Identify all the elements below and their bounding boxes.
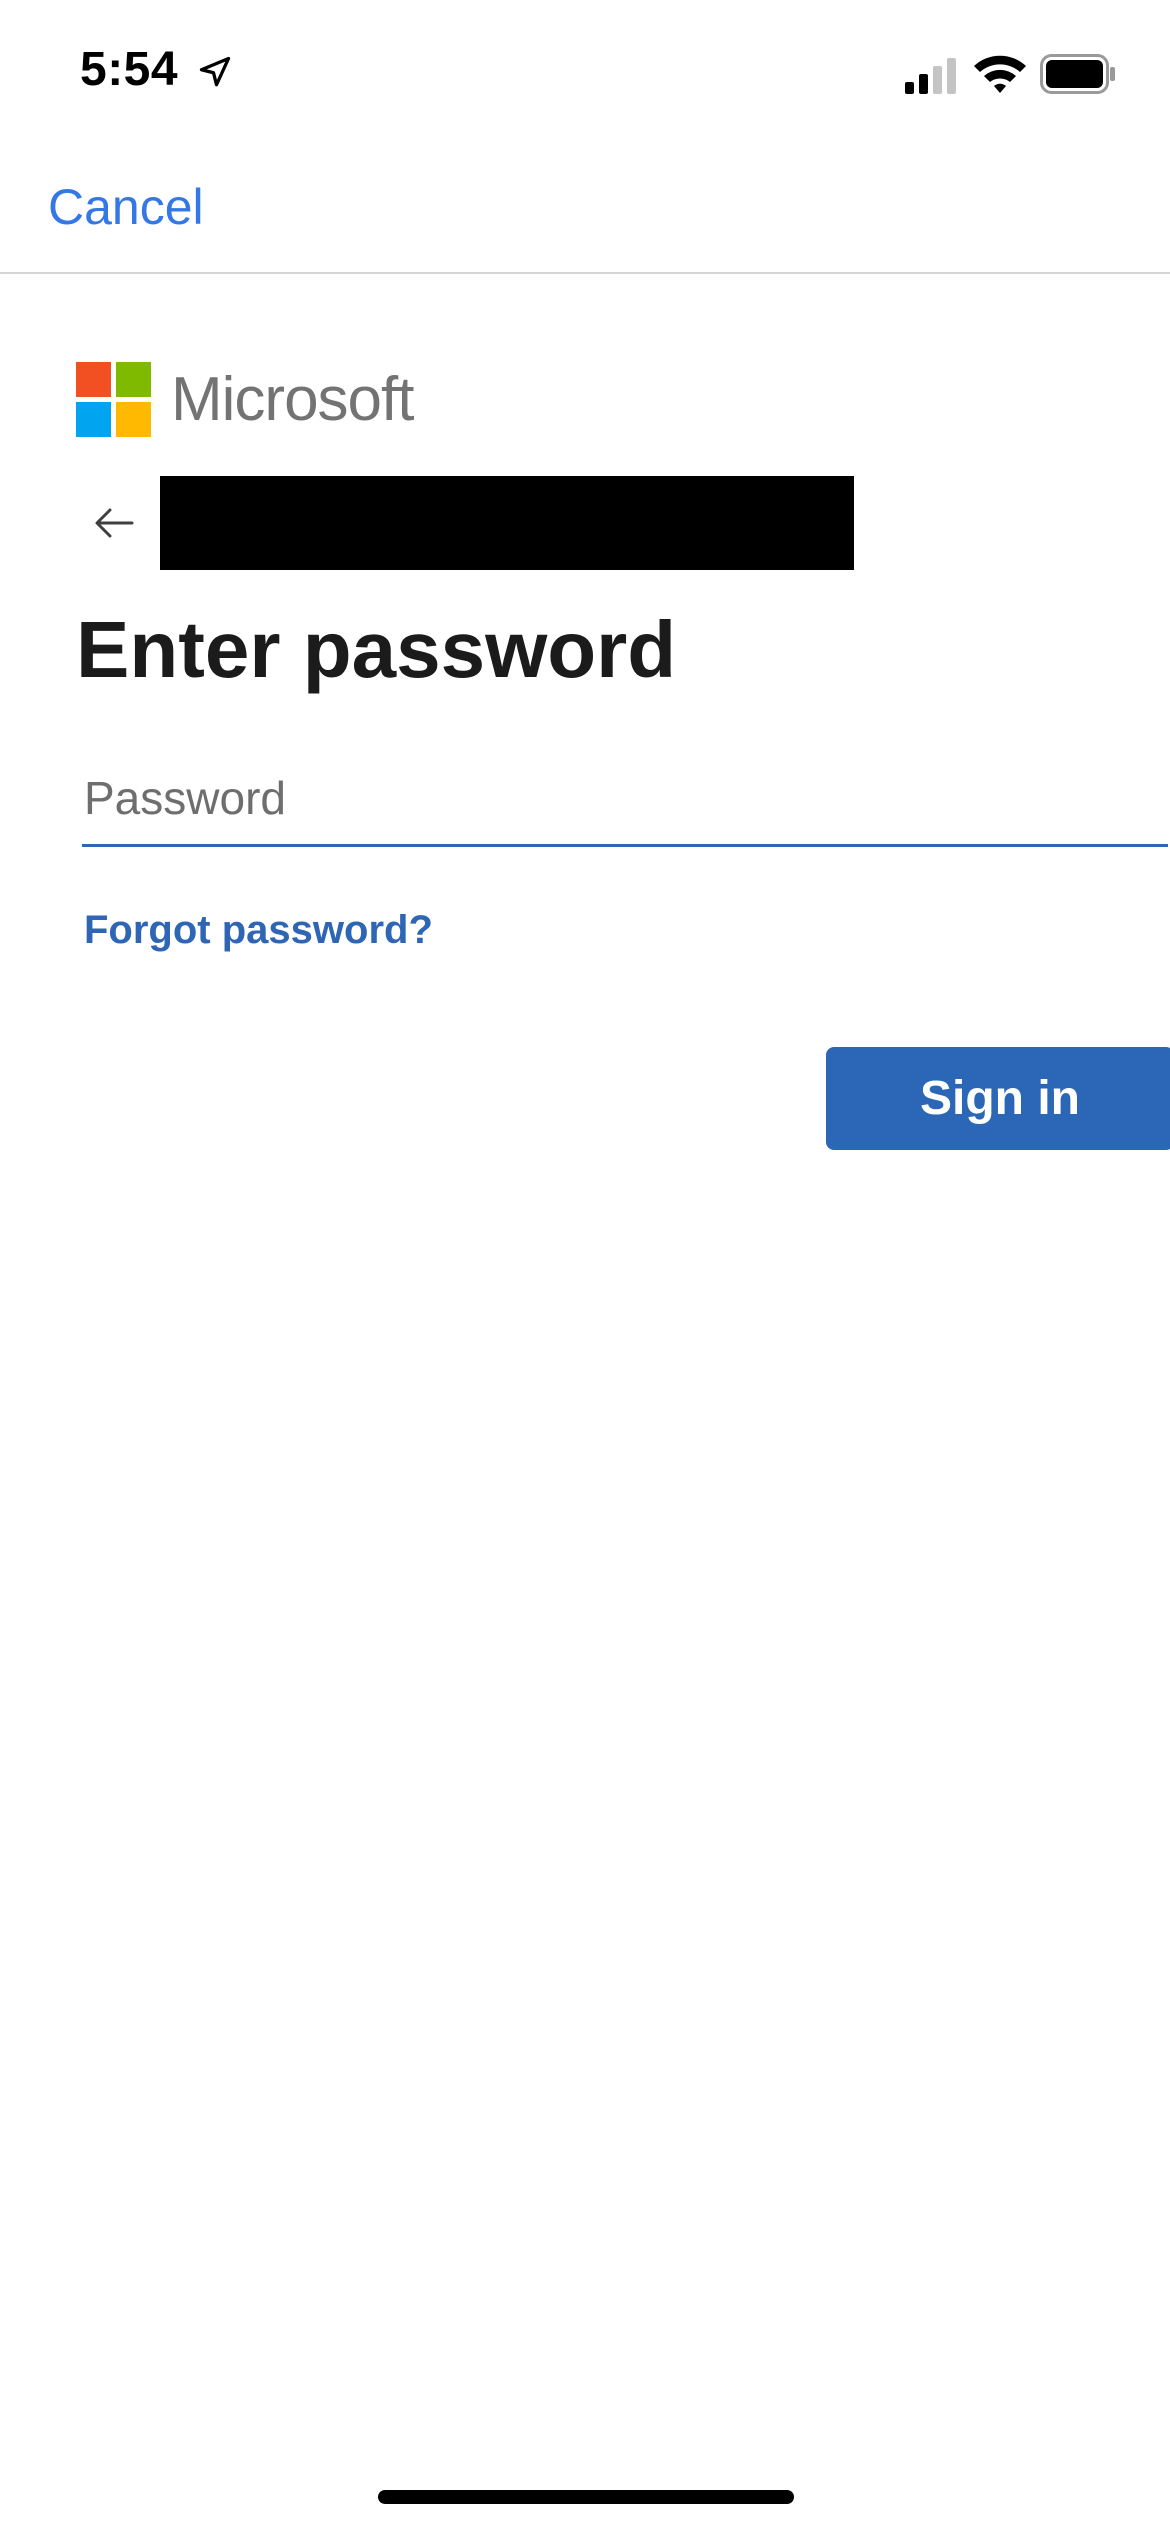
wifi-icon [974,55,1026,93]
microsoft-logo: Microsoft [76,361,414,437]
redacted-email [160,476,854,570]
logo-square-yellow [116,401,151,437]
status-time: 5:54 [80,43,179,96]
status-bar: 5:54 [0,0,1170,150]
battery-icon [1040,54,1115,94]
nav-bar: Cancel [0,150,1170,274]
back-arrow-icon[interactable] [90,499,138,547]
logo-square-green [116,361,151,397]
home-indicator[interactable] [378,2490,794,2504]
microsoft-logo-icon [76,361,151,437]
page-title: Enter password [76,605,677,694]
cancel-button[interactable]: Cancel [48,178,204,236]
sign-in-button[interactable]: Sign in [826,1047,1170,1150]
cellular-signal-icon [905,58,956,94]
forgot-password-link[interactable]: Forgot password? [84,908,433,953]
microsoft-wordmark: Microsoft [171,364,414,434]
password-field[interactable] [82,752,1168,847]
logo-square-red [76,361,111,397]
logo-square-blue [76,401,111,437]
location-arrow-icon [199,56,231,87]
